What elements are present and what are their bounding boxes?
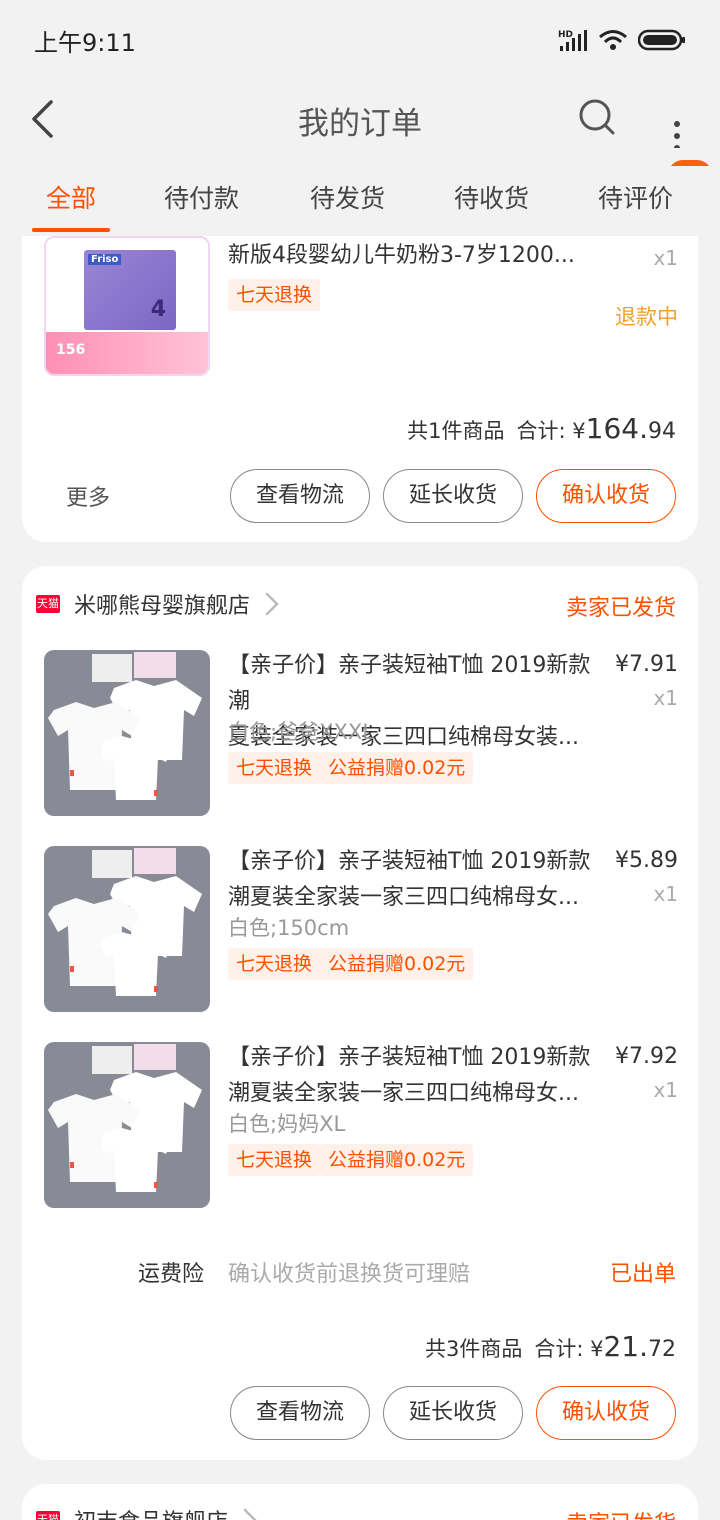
promo-price: 156 [56, 342, 86, 358]
promo-banner: 156 [46, 332, 208, 374]
product-brand: Friso [88, 254, 122, 265]
confirm-receipt-button[interactable]: 确认收货 [536, 469, 676, 523]
view-logistics-button[interactable]: 查看物流 [230, 469, 370, 523]
confirm-receipt-button[interactable]: 确认收货 [536, 1386, 676, 1440]
search-button[interactable] [576, 96, 618, 138]
insurance-status: 已出单 [609, 1262, 676, 1287]
tmall-logo: 天猫 [36, 1511, 60, 1520]
more-link[interactable]: 更多 [66, 480, 110, 512]
status-time: 上午9:11 [34, 28, 136, 57]
charity-tag: 公益捐赠0.02元 [320, 948, 474, 980]
item-count: 共3件商品 [424, 1337, 523, 1361]
product-spec: 白色;爸爸XXXL [228, 720, 374, 744]
store-name: 米哪熊母婴旗舰店 [74, 594, 251, 619]
total-amount-dec: 72 [648, 1337, 676, 1362]
svg-text:HD: HD [558, 30, 573, 40]
extend-receipt-button[interactable]: 延长收货 [383, 469, 523, 523]
return-policy-tag: 七天退换 [228, 948, 321, 980]
status-icons: HD [558, 28, 686, 52]
product-box-image: Friso 4 [84, 250, 176, 330]
product-price: ¥7.92 [615, 1044, 678, 1069]
order-tabs: 全部 待付款 待发货 待收货 待评价 [0, 166, 720, 236]
order-status: 退款中 [615, 305, 678, 329]
tab-pending-receipt[interactable]: 待收货 [454, 166, 529, 232]
signal-icon: HD [558, 30, 587, 51]
chevron-right-icon [243, 1508, 257, 1520]
shipping-status: 卖家已发货 [566, 1506, 676, 1520]
wifi-icon [599, 30, 627, 50]
total-amount-int: 21. [603, 1330, 648, 1363]
order-card: 天猫 米哪熊母婴旗舰店 卖家已发货 【亲子价】亲子装短袖T恤 2019新款潮 夏装… [22, 566, 698, 1460]
search-icon [579, 99, 615, 135]
product-qty: x1 [653, 246, 678, 270]
product-spec: 白色;妈妈XL [228, 1112, 346, 1136]
tshirt-image [48, 1044, 202, 1192]
total-label: 合计: ¥21.72 [534, 1330, 676, 1363]
more-vertical-icon [674, 121, 680, 151]
order-card: Friso 4 156 新版4段婴幼儿牛奶粉3-7岁1200... x1 七天退… [22, 236, 698, 542]
product-thumbnail[interactable] [44, 1042, 210, 1208]
product-price: ¥5.89 [615, 848, 678, 873]
status-bar: 上午9:11 HD [0, 0, 720, 80]
order-summary: 共3件商品 合计: ¥21.72 [425, 1330, 676, 1363]
return-policy-tag: 七天退换 [228, 1144, 321, 1176]
store-header[interactable]: 天猫 米哪熊母婴旗舰店 [36, 584, 280, 624]
item-count: 共1件商品 [407, 419, 505, 443]
return-policy-tag: 七天退换 [228, 279, 321, 311]
product-qty: x1 [653, 1078, 678, 1102]
charity-tag: 公益捐赠0.02元 [320, 1144, 474, 1176]
insurance-label: 运费险 [138, 1262, 205, 1287]
product-price: ¥7.91 [615, 652, 678, 677]
order-summary: 共1件商品 合计: ¥164.94 [407, 412, 676, 445]
battery-icon [638, 29, 685, 51]
total-amount-dec: 94 [648, 419, 676, 444]
tab-pending-shipment[interactable]: 待发货 [310, 166, 385, 232]
tshirt-image [48, 848, 202, 996]
header: 我的订单 ··· [0, 80, 720, 190]
product-spec: 白色;150cm [228, 916, 350, 940]
total-label: 合计: ¥164.94 [516, 412, 676, 445]
product-qty: x1 [653, 686, 678, 710]
tab-all[interactable]: 全部 [31, 166, 111, 232]
more-menu-button[interactable] [660, 98, 694, 151]
tmall-logo: 天猫 [36, 595, 60, 613]
charity-tag: 公益捐赠0.02元 [320, 752, 474, 784]
insurance-description: 确认收货前退换货可理赔 [228, 1262, 471, 1287]
product-box-number: 4 [150, 297, 166, 322]
store-header[interactable]: 天猫 初吉食品旗舰店 [36, 1500, 258, 1520]
product-thumbnail[interactable] [44, 650, 210, 816]
product-title[interactable]: 【亲子价】亲子装短袖T恤 2019新款 潮夏装全家装一家三四口纯棉母女... [228, 844, 600, 916]
total-amount-int: 164. [585, 412, 648, 445]
store-name: 初吉食品旗舰店 [74, 1504, 228, 1520]
return-policy-tag: 七天退换 [228, 752, 321, 784]
extend-receipt-button[interactable]: 延长收货 [383, 1386, 523, 1440]
tshirt-image [48, 652, 202, 800]
product-title[interactable]: 【亲子价】亲子装短袖T恤 2019新款 潮夏装全家装一家三四口纯棉母女... [228, 1040, 600, 1112]
shipping-status: 卖家已发货 [565, 596, 676, 621]
product-thumbnail[interactable] [44, 846, 210, 1012]
product-title[interactable]: 新版4段婴幼儿牛奶粉3-7岁1200... [228, 238, 600, 274]
tab-pending-review[interactable]: 待评价 [598, 166, 673, 232]
tab-pending-payment[interactable]: 待付款 [164, 166, 239, 232]
chevron-right-icon [265, 592, 279, 616]
view-logistics-button[interactable]: 查看物流 [230, 1386, 370, 1440]
product-qty: x1 [653, 882, 678, 906]
product-thumbnail[interactable]: Friso 4 156 [44, 236, 210, 376]
order-card: 天猫 初吉食品旗舰店 卖家已发货 [22, 1484, 698, 1520]
